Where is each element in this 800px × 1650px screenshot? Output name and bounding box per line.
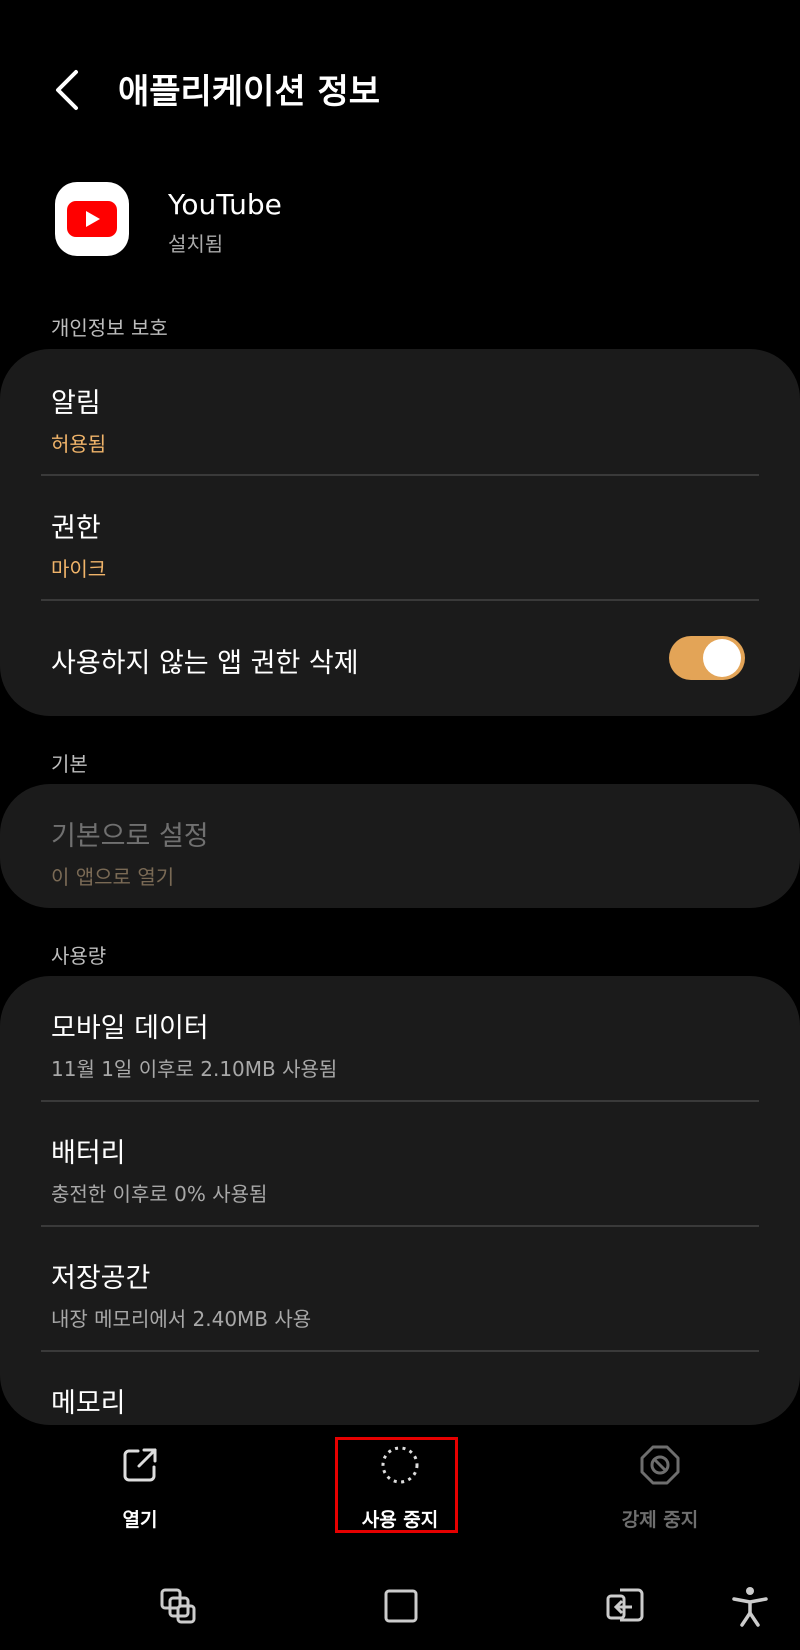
defaults-card: 기본으로 설정 이 앱으로 열기 bbox=[0, 784, 800, 908]
notifications-title: 알림 bbox=[51, 388, 101, 419]
force-stop-icon bbox=[640, 1445, 680, 1485]
force-stop-label: 강제 중지 bbox=[621, 1509, 699, 1531]
memory-row[interactable]: 메모리 bbox=[51, 1381, 760, 1420]
divider bbox=[41, 1225, 759, 1227]
force-stop-button[interactable]: 강제 중지 bbox=[560, 1428, 760, 1532]
remove-unused-permissions-toggle[interactable] bbox=[669, 636, 745, 680]
memory-title: 메모리 bbox=[51, 1388, 126, 1419]
app-status: 설치됨 bbox=[168, 232, 224, 256]
section-label-privacy: 개인정보 보호 bbox=[51, 316, 168, 340]
set-as-default-row[interactable]: 기본으로 설정 이 앱으로 열기 bbox=[51, 814, 760, 890]
battery-title: 배터리 bbox=[51, 1138, 126, 1169]
section-label-usage: 사용량 bbox=[51, 944, 107, 968]
highlight-box bbox=[335, 1437, 458, 1533]
toggle-knob bbox=[703, 639, 741, 677]
storage-sub: 내장 메모리에서 2.40MB 사용 bbox=[51, 1307, 312, 1331]
open-label: 열기 bbox=[122, 1509, 158, 1531]
remove-unused-permissions-row[interactable]: 사용하지 않는 앱 권한 삭제 bbox=[51, 641, 760, 680]
divider bbox=[41, 1350, 759, 1352]
remove-unused-permissions-title: 사용하지 않는 앱 권한 삭제 bbox=[51, 648, 359, 679]
open-external-icon bbox=[120, 1445, 160, 1485]
section-label-defaults: 기본 bbox=[51, 752, 88, 776]
app-name: YouTube bbox=[168, 188, 282, 221]
home-icon[interactable] bbox=[377, 1582, 425, 1630]
accessibility-icon[interactable] bbox=[726, 1582, 774, 1630]
privacy-card: 알림 허용됨 권한 마이크 사용하지 않는 앱 권한 삭제 bbox=[0, 349, 800, 716]
mobile-data-title: 모바일 데이터 bbox=[51, 1013, 209, 1044]
divider bbox=[41, 599, 759, 601]
app-bar: 애플리케이션 정보 bbox=[0, 0, 800, 180]
permissions-row[interactable]: 권한 마이크 bbox=[51, 506, 760, 582]
battery-sub: 충전한 이후로 0% 사용됨 bbox=[51, 1182, 268, 1206]
set-as-default-title: 기본으로 설정 bbox=[51, 821, 209, 852]
back-icon[interactable] bbox=[50, 68, 90, 112]
back-nav-icon[interactable] bbox=[602, 1582, 650, 1630]
permissions-title: 권한 bbox=[51, 513, 101, 544]
set-as-default-sub: 이 앱으로 열기 bbox=[51, 865, 175, 889]
open-button[interactable]: 열기 bbox=[40, 1428, 240, 1532]
storage-row[interactable]: 저장공간 내장 메모리에서 2.40MB 사용 bbox=[51, 1256, 760, 1332]
mobile-data-sub: 11월 1일 이후로 2.10MB 사용됨 bbox=[51, 1057, 338, 1081]
mobile-data-row[interactable]: 모바일 데이터 11월 1일 이후로 2.10MB 사용됨 bbox=[51, 1006, 760, 1082]
notifications-status: 허용됨 bbox=[51, 432, 107, 456]
divider bbox=[41, 1100, 759, 1102]
system-navigation-bar bbox=[0, 1560, 800, 1650]
youtube-app-icon bbox=[55, 182, 129, 256]
battery-row[interactable]: 배터리 충전한 이후로 0% 사용됨 bbox=[51, 1131, 760, 1207]
usage-card: 모바일 데이터 11월 1일 이후로 2.10MB 사용됨 배터리 충전한 이후… bbox=[0, 976, 800, 1425]
storage-title: 저장공간 bbox=[51, 1263, 151, 1294]
page-title: 애플리케이션 정보 bbox=[118, 72, 381, 112]
divider bbox=[41, 474, 759, 476]
permissions-value: 마이크 bbox=[51, 557, 107, 581]
notifications-row[interactable]: 알림 허용됨 bbox=[51, 381, 760, 457]
recent-apps-icon[interactable] bbox=[154, 1582, 202, 1630]
